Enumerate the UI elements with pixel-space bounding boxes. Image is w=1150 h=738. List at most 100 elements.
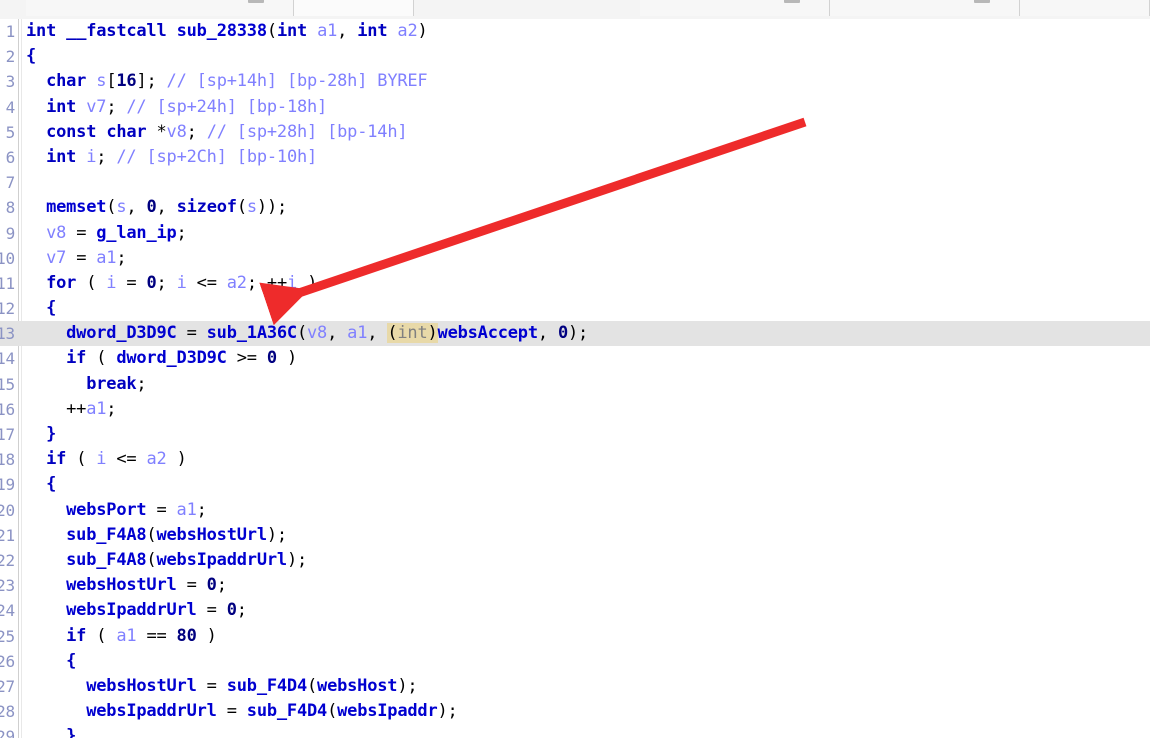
chevron-down-icon[interactable] xyxy=(784,0,800,3)
code-line[interactable]: 19 { xyxy=(0,472,1150,497)
code-line-text: for ( i = 0; i <= a2; ++i ) xyxy=(26,271,317,296)
token-num: 80 xyxy=(176,625,197,646)
token-castp: ) xyxy=(427,323,438,344)
chevron-down-icon[interactable] xyxy=(974,0,990,3)
code-line[interactable]: 2{ xyxy=(0,44,1150,69)
toolbar-strip[interactable]: •••• ••• • • ••••••• ••••• ••• • •••• •• •• xyxy=(0,0,1150,20)
code-line[interactable]: 16 ++a1; xyxy=(0,397,1150,422)
code-line[interactable]: 28 websIpaddrUrl = sub_F4D4(websIpaddr); xyxy=(0,699,1150,724)
token-plain: ( xyxy=(106,197,117,218)
token-func: sub_F4A8 xyxy=(66,524,147,545)
code-line[interactable]: 17 } xyxy=(0,422,1150,447)
code-line[interactable]: 26 { xyxy=(0,649,1150,674)
token-plain: , xyxy=(537,323,558,344)
code-line-text: websHostUrl = sub_F4D4(websHost); xyxy=(26,674,417,699)
line-number: 14 xyxy=(0,349,15,369)
token-cmt: // [sp+28h] [bp-14h] xyxy=(206,121,408,142)
code-line[interactable]: 22 sub_F4A8(websIpaddrUrl); xyxy=(0,548,1150,573)
code-line[interactable]: 4 int v7; // [sp+24h] [bp-18h] xyxy=(0,95,1150,120)
token-plain: ( xyxy=(76,272,107,293)
token-plain: >= xyxy=(226,348,267,369)
token-plain: ; xyxy=(106,96,127,117)
line-number: 29 xyxy=(0,727,15,738)
toolbar-group-0[interactable]: •••• ••• • • xyxy=(26,0,294,16)
code-line[interactable]: 23 websHostUrl = 0; xyxy=(0,573,1150,598)
code-line-text: { xyxy=(26,296,56,321)
token-kw: if xyxy=(46,449,67,470)
code-line[interactable]: 25 if ( a1 == 80 ) xyxy=(0,624,1150,649)
toolbar-group-2[interactable]: ••••••• xyxy=(640,0,830,16)
toolbar-group-4[interactable]: •••• •• •• xyxy=(1020,0,1150,16)
token-plain: ( xyxy=(236,197,247,218)
code-line[interactable]: 15 break; xyxy=(0,372,1150,397)
code-line-text: { xyxy=(26,44,36,69)
code-line-list[interactable]: 1 int __fastcall sub_28338(int a1, int a2… xyxy=(0,19,1150,738)
toolbar-group-3[interactable]: ••••• ••• • xyxy=(830,0,1020,16)
token-plain: ( xyxy=(86,348,117,369)
code-line-text: char s[16]; // [sp+14h] [bp-28h] BYREF xyxy=(26,69,428,94)
line-number: 17 xyxy=(0,425,15,444)
token-plain: ); xyxy=(286,549,308,570)
code-line[interactable]: 12 { xyxy=(0,296,1150,321)
code-line[interactable]: 29 } xyxy=(0,724,1150,738)
token-num: 0 xyxy=(146,272,157,293)
token-cmt: // [sp+2Ch] [bp-10h] xyxy=(116,146,318,167)
code-line[interactable]: 3 char s[16]; // [sp+14h] [bp-28h] BYREF xyxy=(0,69,1150,94)
chevron-down-icon[interactable] xyxy=(248,0,264,3)
token-lvar: v8 xyxy=(166,121,187,142)
token-plain: ; xyxy=(196,499,207,520)
code-line[interactable]: 21 sub_F4A8(websHostUrl); xyxy=(0,523,1150,548)
code-line[interactable]: 11 for ( i = 0; i <= a2; ++i ) xyxy=(0,271,1150,296)
token-kw: { xyxy=(46,474,57,495)
line-number: 12 xyxy=(0,299,15,319)
token-lvar: i xyxy=(286,272,298,293)
code-line-text: v7 = a1; xyxy=(26,246,127,271)
code-line[interactable]: 1 int __fastcall sub_28338(int a1, int a2… xyxy=(0,19,1150,44)
token-lvar: v7 xyxy=(46,247,67,268)
code-line[interactable]: 14 if ( dword_D3D9C >= 0 ) xyxy=(0,346,1150,371)
toolbar-group-label: ••••••• xyxy=(684,0,711,5)
token-plain: ; xyxy=(96,146,117,167)
line-number: 11 xyxy=(0,273,15,293)
token-kw: int xyxy=(46,96,77,117)
token-kw: const xyxy=(46,121,97,142)
code-line[interactable]: 18 if ( i <= a2 ) xyxy=(0,447,1150,472)
toolbar-group-1[interactable] xyxy=(294,0,414,16)
token-lvar: i xyxy=(106,272,117,293)
pseudocode-view[interactable]: 1 int __fastcall sub_28338(int a1, int a2… xyxy=(0,19,1150,738)
code-line-text: int i; // [sp+2Ch] [bp-10h] xyxy=(26,145,317,170)
code-line[interactable]: 7 xyxy=(0,170,1150,195)
code-line-text: websHostUrl = 0; xyxy=(26,573,227,598)
token-lvar: a2 xyxy=(146,449,167,470)
code-line[interactable]: 24 websIpaddrUrl = 0; xyxy=(0,598,1150,623)
code-line-highlighted[interactable]: 13 dword_D3D9C = sub_1A36C(v8, a1, (int)… xyxy=(0,321,1150,347)
code-line[interactable]: 6 int i; // [sp+2Ch] [bp-10h] xyxy=(0,145,1150,170)
token-plain: , xyxy=(337,21,358,41)
token-plain: , xyxy=(156,197,177,218)
code-line-text: dword_D3D9C = sub_1A36C(v8, a1, (int)web… xyxy=(26,321,588,346)
code-line[interactable]: 9 v8 = g_lan_ip; xyxy=(0,221,1150,246)
line-number: 6 xyxy=(5,147,16,167)
toolbar-group-label: •••• •• •• xyxy=(1048,0,1085,5)
code-line[interactable]: 27 websHostUrl = sub_F4D4(websHost); xyxy=(0,674,1150,699)
token-plain: ; xyxy=(186,121,207,142)
code-line[interactable]: 5 const char *v8; // [sp+28h] [bp-14h] xyxy=(0,120,1150,145)
code-line[interactable]: 20 websPort = a1; xyxy=(0,498,1150,523)
token-kw: char xyxy=(106,121,147,142)
code-line-text: sub_F4A8(websIpaddrUrl); xyxy=(26,548,307,573)
code-line-text: sub_F4A8(websHostUrl); xyxy=(26,523,287,548)
code-line[interactable]: 10 v7 = a1; xyxy=(0,246,1150,271)
code-line-text: ++a1; xyxy=(26,397,116,422)
code-line[interactable]: 8 memset(s, 0, sizeof(s)); xyxy=(0,195,1150,220)
token-plain: ) xyxy=(196,625,217,646)
token-lvar: i xyxy=(176,272,187,293)
toolbar-group-label: •••• ••• • • xyxy=(54,0,98,5)
code-line-text: { xyxy=(26,649,76,674)
token-plain: ; xyxy=(216,575,227,596)
